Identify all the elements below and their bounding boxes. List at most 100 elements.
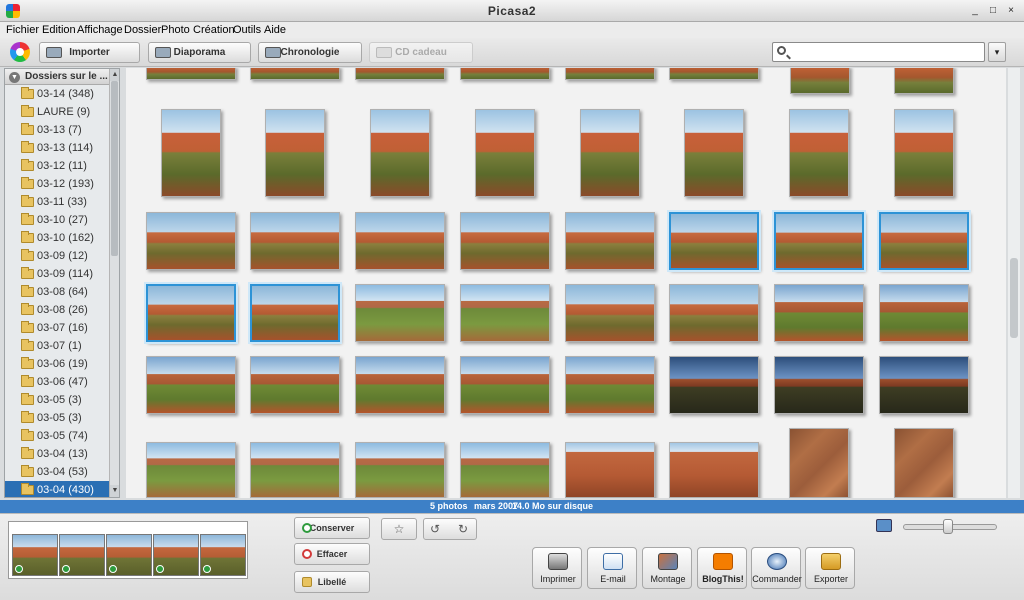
photo-thumbnail-selected[interactable] <box>879 212 969 270</box>
menu-edition[interactable]: Edition <box>42 24 76 36</box>
tray-thumbnail[interactable] <box>59 534 105 576</box>
photo-thumbnail-selected[interactable] <box>669 212 759 270</box>
tray-thumbnail[interactable] <box>153 534 199 576</box>
photo-thumbnail[interactable] <box>355 212 445 270</box>
photo-thumbnail[interactable] <box>460 356 550 414</box>
photo-thumbnail[interactable] <box>355 442 445 498</box>
photo-thumbnail[interactable] <box>789 428 849 498</box>
menu-fichier[interactable]: Fichier <box>6 24 39 36</box>
folder-item[interactable]: 03-04 (430) <box>5 481 109 497</box>
email-button[interactable]: E-mail <box>587 547 637 589</box>
sidebar-scrollbar[interactable]: ▲ ▼ <box>109 69 119 497</box>
photo-thumbnail[interactable] <box>879 356 969 414</box>
search-box[interactable] <box>772 42 985 62</box>
photo-thumbnail[interactable] <box>146 356 236 414</box>
folder-item[interactable]: LAURE (9) <box>5 103 109 121</box>
photo-thumbnail[interactable] <box>250 68 340 80</box>
sidebar-scroll-thumb[interactable] <box>111 81 118 256</box>
menu-creation[interactable]: Création <box>193 24 235 36</box>
label-button[interactable]: Libellé <box>294 571 370 593</box>
folder-item[interactable]: 03-07 (1) <box>5 337 109 355</box>
photo-thumbnail[interactable] <box>774 284 864 342</box>
scroll-up-arrow[interactable]: ▲ <box>110 69 119 81</box>
photo-thumbnail[interactable] <box>355 356 445 414</box>
folders-header[interactable]: ▼ Dossiers sur le ... <box>5 69 109 85</box>
photo-thumbnail[interactable] <box>580 109 640 197</box>
clear-button[interactable]: Effacer <box>294 543 370 565</box>
gift-cd-button[interactable]: CD cadeau <box>369 42 473 63</box>
order-prints-button[interactable]: Commander <box>751 547 802 589</box>
photo-thumbnail[interactable] <box>774 356 864 414</box>
photo-thumbnail[interactable] <box>146 212 236 270</box>
search-options-button[interactable]: ▾ <box>988 42 1006 62</box>
photo-thumbnail[interactable] <box>565 356 655 414</box>
photo-thumbnail[interactable] <box>669 68 759 80</box>
photo-thumbnail[interactable] <box>894 109 954 197</box>
photo-thumbnail[interactable] <box>370 109 430 197</box>
tray-thumbnail[interactable] <box>106 534 152 576</box>
menu-dossier[interactable]: Dossier <box>124 24 161 36</box>
timeline-button[interactable]: Chronologie <box>258 42 362 63</box>
keep-button[interactable]: Conserver <box>294 517 370 539</box>
photo-thumbnail[interactable] <box>460 284 550 342</box>
collapse-icon[interactable]: ▼ <box>9 72 20 83</box>
folder-item[interactable]: 03-07 (16) <box>5 319 109 337</box>
folder-item[interactable]: 03-12 (193) <box>5 175 109 193</box>
photo-thumbnail[interactable] <box>565 442 655 498</box>
scroll-down-arrow[interactable]: ▼ <box>110 485 119 497</box>
photo-thumbnail[interactable] <box>789 109 849 197</box>
photo-thumbnail[interactable] <box>161 109 221 197</box>
folder-item[interactable]: 03-10 (27) <box>5 211 109 229</box>
collage-button[interactable]: Montage <box>642 547 692 589</box>
photo-thumbnail[interactable] <box>565 68 655 80</box>
photo-thumbnail[interactable] <box>669 442 759 498</box>
photo-thumbnail[interactable] <box>460 442 550 498</box>
star-button[interactable]: ☆ <box>381 518 417 540</box>
photo-thumbnail[interactable] <box>879 284 969 342</box>
photo-thumbnail[interactable] <box>475 109 535 197</box>
zoom-slider-knob[interactable] <box>943 519 954 534</box>
photo-thumbnail[interactable] <box>460 212 550 270</box>
photo-thumbnail[interactable] <box>355 284 445 342</box>
rotate-right-icon[interactable]: ↻ <box>458 519 468 539</box>
import-button[interactable]: Importer <box>39 42 140 63</box>
menu-outils[interactable]: Outils <box>233 24 261 36</box>
rotate-left-icon[interactable]: ↺ <box>430 519 440 539</box>
photo-thumbnail[interactable] <box>460 68 550 80</box>
folder-item[interactable]: 03-06 (47) <box>5 373 109 391</box>
folder-item[interactable]: 03-04 (53) <box>5 463 109 481</box>
folder-item[interactable]: 03-13 (7) <box>5 121 109 139</box>
maximize-button[interactable]: □ <box>986 4 1000 17</box>
photo-thumbnail[interactable] <box>146 442 236 498</box>
photo-thumbnail-selected[interactable] <box>146 284 236 342</box>
menu-affichage[interactable]: Affichage <box>77 24 123 36</box>
folder-item[interactable]: 03-13 (114) <box>5 139 109 157</box>
folder-item[interactable]: 03-11 (33) <box>5 193 109 211</box>
print-button[interactable]: Imprimer <box>532 547 582 589</box>
folder-item[interactable]: 03-12 (11) <box>5 157 109 175</box>
photo-thumbnail[interactable] <box>250 356 340 414</box>
close-button[interactable]: × <box>1004 4 1018 17</box>
blogthis-button[interactable]: BlogThis! <box>697 547 747 589</box>
folder-item[interactable]: 03-14 (348) <box>5 85 109 103</box>
grid-scrollbar[interactable] <box>1008 68 1020 498</box>
folder-item[interactable]: 03-05 (3) <box>5 391 109 409</box>
search-input[interactable] <box>793 45 981 59</box>
folder-item[interactable]: 03-09 (114) <box>5 265 109 283</box>
minimize-button[interactable]: _ <box>968 4 982 17</box>
photo-thumbnail[interactable] <box>250 212 340 270</box>
photo-thumbnail[interactable] <box>355 68 445 80</box>
export-button[interactable]: Exporter <box>805 547 855 589</box>
photo-thumbnail[interactable] <box>894 68 954 94</box>
folder-item[interactable]: 03-09 (12) <box>5 247 109 265</box>
folder-item[interactable]: 03-05 (74) <box>5 427 109 445</box>
photo-thumbnail[interactable] <box>565 284 655 342</box>
tray-thumbnail[interactable] <box>12 534 58 576</box>
photo-thumbnail[interactable] <box>146 68 236 80</box>
folder-item[interactable]: 03-08 (26) <box>5 301 109 319</box>
photo-thumbnail[interactable] <box>894 428 954 498</box>
photo-thumbnail[interactable] <box>669 284 759 342</box>
photo-thumbnail[interactable] <box>565 212 655 270</box>
grid-scroll-thumb[interactable] <box>1010 258 1018 338</box>
photo-thumbnail[interactable] <box>684 109 744 197</box>
